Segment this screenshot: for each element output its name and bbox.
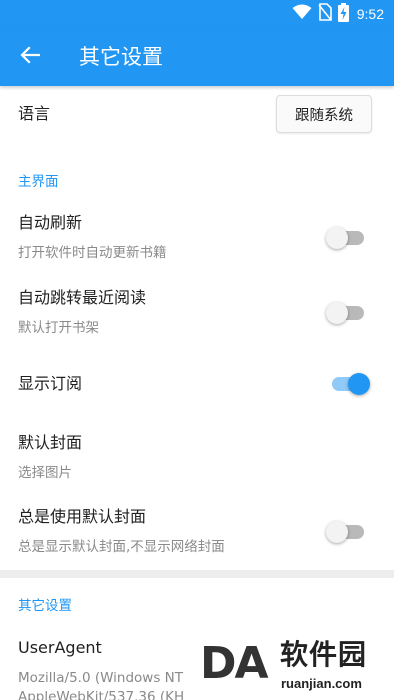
pref-title: 自动刷新 <box>18 213 83 232</box>
always-default-cover-switch[interactable] <box>326 521 366 543</box>
section-header-other: 其它设置 <box>18 598 72 614</box>
language-row: 语言 跟随系统 <box>0 86 394 142</box>
pref-summary: 选择图片 <box>18 465 72 481</box>
arrow-back-icon <box>20 46 41 68</box>
switch-thumb <box>326 521 348 543</box>
watermark-text: 软件园 <box>280 638 368 671</box>
pref-always-default-cover[interactable]: 总是使用默认封面 总是显示默认封面,不显示网络封面 <box>0 496 394 562</box>
auto-jump-switch[interactable] <box>326 302 366 324</box>
battery-charging-icon <box>337 2 349 26</box>
pref-summary: 总是显示默认封面,不显示网络封面 <box>18 539 225 555</box>
section-header-main: 主界面 <box>18 174 59 190</box>
switch-thumb <box>348 373 370 395</box>
watermark-logo: DA <box>200 638 269 689</box>
pref-auto-jump-recent[interactable]: 自动跳转最近阅读 默认打开书架 <box>0 277 394 343</box>
back-button[interactable] <box>12 39 48 75</box>
pref-title: 自动跳转最近阅读 <box>18 288 147 307</box>
app-bar: 其它设置 <box>0 28 394 86</box>
pref-title: 显示订阅 <box>18 374 83 393</box>
watermark-url: ruanjian.com <box>281 676 362 691</box>
switch-thumb <box>326 227 348 249</box>
auto-refresh-switch[interactable] <box>326 227 366 249</box>
pref-show-subscription[interactable]: 显示订阅 <box>0 358 394 410</box>
switch-thumb <box>326 302 348 324</box>
pref-summary: 打开软件时自动更新书籍 <box>18 245 167 261</box>
status-icons: 9:52 <box>292 2 384 26</box>
show-subscription-switch[interactable] <box>330 373 370 395</box>
page-title: 其它设置 <box>79 45 163 69</box>
pref-summary-line1: Mozilla/5.0 (Windows NT <box>18 670 183 686</box>
status-time: 9:52 <box>356 6 384 22</box>
watermark: DA 软件园 ruanjian.com <box>194 636 394 700</box>
language-button[interactable]: 跟随系统 <box>276 95 372 133</box>
no-sim-icon <box>318 3 332 25</box>
wifi-icon <box>292 4 312 24</box>
settings-list[interactable]: 语言 跟随系统 主界面 自动刷新 打开软件时自动更新书籍 自动跳转最近阅读 默认… <box>0 86 394 700</box>
status-bar: 9:52 <box>0 0 394 28</box>
pref-title: 总是使用默认封面 <box>18 507 147 526</box>
pref-summary: 默认打开书架 <box>18 320 99 336</box>
pref-default-cover[interactable]: 默认封面 选择图片 <box>0 422 394 488</box>
section-divider <box>0 570 394 578</box>
pref-auto-refresh[interactable]: 自动刷新 打开软件时自动更新书籍 <box>0 202 394 268</box>
pref-title: 默认封面 <box>18 433 83 452</box>
language-label: 语言 <box>18 104 51 123</box>
pref-summary-line2: AppleWebKit/537.36 (KH <box>18 689 185 700</box>
pref-title: UserAgent <box>18 638 102 657</box>
